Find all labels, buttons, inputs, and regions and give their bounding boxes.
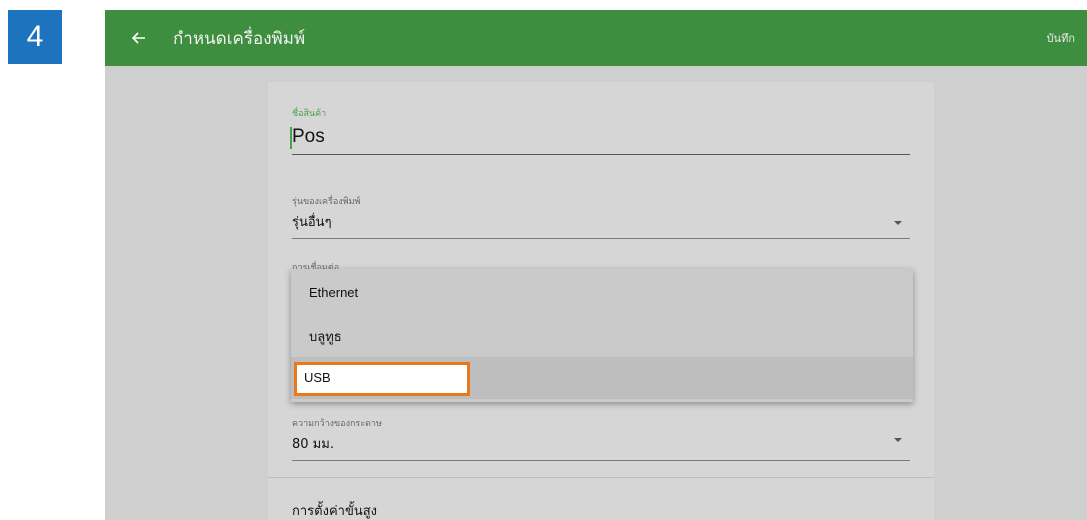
paper-width-underline [292, 460, 910, 461]
paper-width-value[interactable]: 80 มม. [292, 433, 910, 454]
product-name-input[interactable]: Pos [292, 126, 910, 148]
product-name-underline [292, 154, 910, 155]
triangle-down-icon[interactable] [894, 438, 902, 442]
usb-option-label[interactable]: USB [304, 370, 331, 385]
arrow-left-icon[interactable] [127, 26, 151, 50]
product-name-label: ชื่อสินค้า [292, 109, 327, 119]
save-button[interactable]: บันทึก [1047, 29, 1075, 47]
triangle-down-icon[interactable] [894, 221, 902, 225]
product-name-field[interactable]: ชื่อสินค้า Pos [290, 106, 910, 155]
option-label: บลูทูธ [309, 329, 342, 345]
paper-width-label: ความกว้างของกระดาษ [292, 419, 382, 429]
printer-model-value[interactable]: รุ่นอื่นๆ [292, 211, 910, 232]
step-number-badge: 4 [8, 10, 62, 64]
printer-model-underline [292, 238, 910, 239]
printer-model-label: รุ่นของเครื่องพิมพ์ [292, 197, 361, 207]
app-bar: กำหนดเครื่องพิมพ์ บันทึก [105, 10, 1087, 66]
advanced-settings-item[interactable]: การตั้งค่าขั้นสูง [292, 500, 377, 520]
paper-width-select[interactable]: ความกว้างของกระดาษ 80 มม. [292, 416, 910, 461]
connection-option-bluetooth[interactable]: บลูทูธ [291, 315, 913, 357]
section-divider [268, 477, 934, 478]
text-cursor [290, 127, 292, 149]
page-title: กำหนดเครื่องพิมพ์ [173, 28, 306, 49]
connection-option-ethernet[interactable]: Ethernet [291, 271, 913, 313]
option-label: Ethernet [309, 284, 359, 300]
app-window: กำหนดเครื่องพิมพ์ บันทึก ชื่อสินค้า Pos … [105, 10, 1087, 520]
printer-model-select[interactable]: รุ่นของเครื่องพิมพ์ รุ่นอื่นๆ [292, 194, 910, 239]
